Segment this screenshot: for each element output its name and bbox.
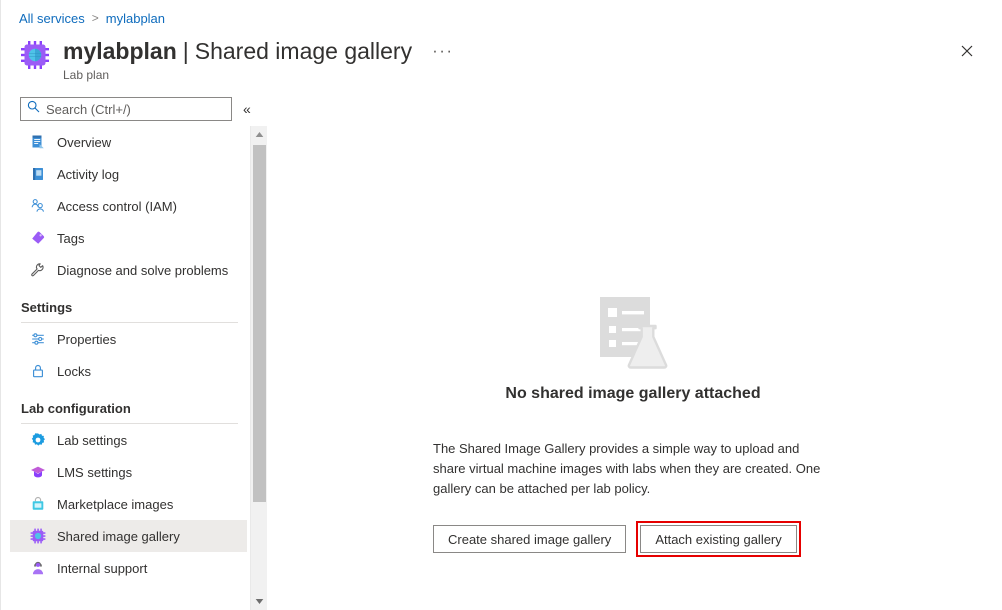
properties-icon — [30, 331, 46, 347]
search-icon — [27, 100, 40, 118]
sidebar-item-marketplace-images[interactable]: Marketplace images — [10, 488, 247, 520]
empty-state-actions: Create shared image gallery Attach exist… — [433, 521, 833, 557]
sidebar-item-label: Lab settings — [57, 432, 128, 448]
breadcrumb-item-mylabplan[interactable]: mylabplan — [106, 11, 165, 26]
sidebar-item-lab-settings[interactable]: Lab settings — [10, 424, 247, 456]
scrollbar-thumb[interactable] — [253, 145, 266, 502]
sidebar-item-diagnose[interactable]: Diagnose and solve problems — [10, 254, 247, 286]
close-icon — [961, 45, 973, 57]
support-person-icon — [30, 560, 46, 576]
breadcrumb-item-all-services[interactable]: All services — [19, 11, 85, 26]
sidebar-item-overview[interactable]: Overview — [10, 126, 247, 158]
page-title-divider: | — [182, 38, 189, 64]
sidebar-item-label: Access control (IAM) — [57, 198, 177, 214]
chip-icon — [30, 528, 46, 544]
lock-icon — [30, 363, 46, 379]
sidebar-item-locks[interactable]: Locks — [10, 355, 247, 387]
sidebar-item-label: Internal support — [57, 560, 148, 576]
close-button[interactable] — [954, 38, 980, 64]
sidebar-item-tags[interactable]: Tags — [10, 222, 247, 254]
marketplace-bag-icon — [30, 496, 46, 512]
page-header-texts: mylabplan | Shared image gallery ··· Lab… — [63, 36, 454, 82]
sidebar-group-title: Settings — [21, 300, 73, 315]
lab-plan-chip-icon — [19, 39, 51, 71]
collapse-sidebar-button[interactable]: « — [243, 100, 251, 118]
breadcrumb: All services > mylabplan — [19, 9, 165, 27]
empty-state-title: No shared image gallery attached — [505, 385, 761, 402]
sidebar-nav: Overview Activity log Access control (IA… — [1, 126, 248, 610]
sidebar-item-label: Diagnose and solve problems — [57, 262, 229, 278]
gear-icon — [30, 432, 46, 448]
search-input[interactable] — [46, 101, 225, 117]
sidebar-item-label: Marketplace images — [57, 496, 174, 512]
page-header: mylabplan | Shared image gallery ··· Lab… — [19, 36, 454, 82]
sidebar-scrollbar[interactable] — [250, 126, 267, 610]
empty-state: No shared image gallery attached The Sha… — [433, 295, 833, 557]
sidebar-item-label: Shared image gallery — [57, 528, 180, 544]
sidebar-item-label: Properties — [57, 331, 117, 347]
sidebar-item-lms-settings[interactable]: LMS settings — [10, 456, 247, 488]
scroll-down-arrow-icon[interactable] — [251, 593, 268, 610]
sidebar-item-label: Overview — [57, 134, 112, 150]
tags-icon — [30, 230, 46, 246]
attach-existing-gallery-button[interactable]: Attach existing gallery — [640, 525, 797, 553]
sidebar-group-title: Lab configuration — [21, 401, 131, 416]
page-title: mylabplan | Shared image gallery ··· — [63, 36, 454, 66]
sidebar-item-access-control[interactable]: Access control (IAM) — [10, 190, 247, 222]
sidebar-item-internal-support[interactable]: Internal support — [10, 552, 247, 584]
empty-gallery-illustration — [433, 295, 833, 371]
sidebar-group-lab-configuration: Lab configuration — [10, 387, 247, 424]
sidebar-item-label: Tags — [57, 230, 85, 246]
sidebar-item-label: Activity log — [57, 166, 120, 182]
graduation-cap-icon — [30, 464, 46, 480]
azure-portal-blade: All services > mylabplan mylabplan | Sha… — [0, 0, 1002, 610]
sidebar-item-shared-image-gallery[interactable]: Shared image gallery — [10, 520, 247, 552]
activity-log-icon — [30, 166, 46, 182]
diagnose-icon — [30, 262, 46, 278]
page-title-resource: mylabplan — [63, 38, 177, 64]
attach-existing-gallery-highlight: Attach existing gallery — [636, 521, 801, 557]
sidebar-item-properties[interactable]: Properties — [10, 323, 247, 355]
scroll-up-arrow-icon[interactable] — [251, 126, 268, 143]
access-control-icon — [30, 198, 46, 214]
empty-state-body: The Shared Image Gallery provides a simp… — [433, 441, 821, 496]
page-subtitle: Lab plan — [63, 68, 110, 82]
more-menu-button[interactable]: ··· — [432, 36, 453, 66]
breadcrumb-separator-icon: > — [91, 11, 99, 25]
sidebar-item-label: Locks — [57, 363, 91, 379]
sidebar-item-label: LMS settings — [57, 464, 133, 480]
create-shared-image-gallery-button[interactable]: Create shared image gallery — [433, 525, 627, 553]
page-title-section: Shared image gallery — [194, 38, 413, 64]
sidebar-group-settings: Settings — [10, 286, 247, 323]
overview-icon — [30, 134, 46, 150]
search-box[interactable] — [20, 97, 232, 121]
sidebar-item-activity-log[interactable]: Activity log — [10, 158, 247, 190]
